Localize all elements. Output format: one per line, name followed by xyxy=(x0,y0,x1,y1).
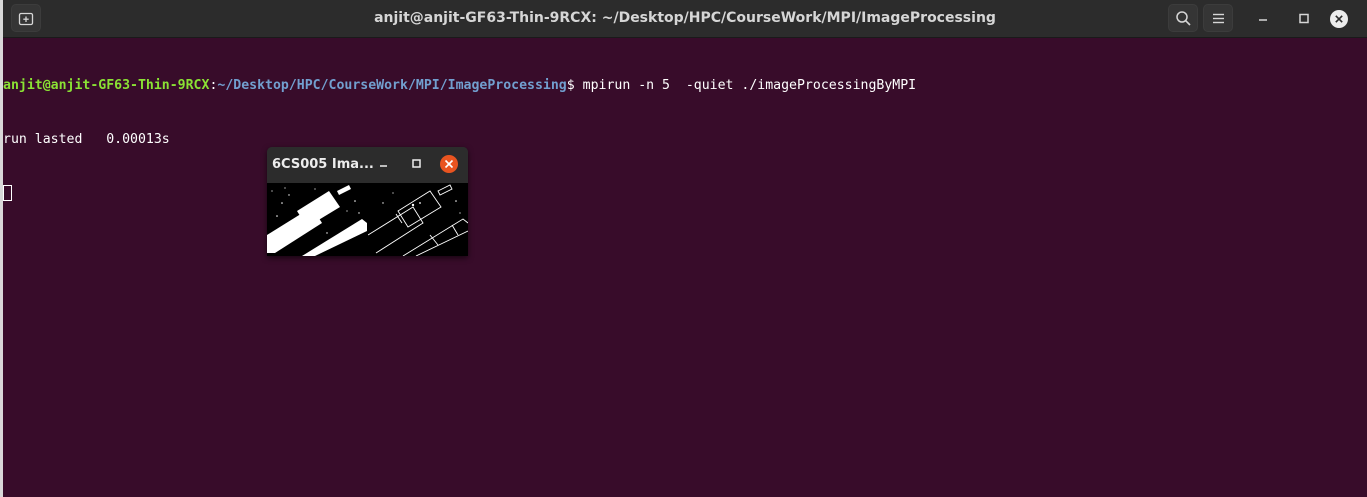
command-text: mpirun -n 5 -quiet ./imageProcessingByMP… xyxy=(574,78,917,93)
hamburger-menu-icon xyxy=(1213,13,1224,24)
search-icon xyxy=(1176,11,1191,26)
menu-button[interactable] xyxy=(1203,4,1233,32)
terminal-cursor xyxy=(3,185,12,201)
window-title: anjit@anjit-GF63-Thin-9RCX: ~/Desktop/HP… xyxy=(374,10,996,26)
edge-detected-image xyxy=(368,183,468,256)
minimize-icon[interactable] xyxy=(1253,9,1273,29)
maximize-icon[interactable] xyxy=(410,157,426,173)
prompt-user-host: anjit@anjit-GF63-Thin-9RCX xyxy=(3,78,210,93)
prompt-path: ~/Desktop/HPC/CourseWork/MPI/ImageProces… xyxy=(217,78,567,93)
terminal-titlebar: anjit@anjit-GF63-Thin-9RCX: ~/Desktop/HP… xyxy=(3,0,1367,38)
search-button[interactable] xyxy=(1168,4,1198,32)
maximize-icon[interactable] xyxy=(1294,9,1314,29)
original-binary-image xyxy=(267,183,367,256)
minimize-icon[interactable] xyxy=(376,157,392,173)
command-line: anjit@anjit-GF63-Thin-9RCX:~/Desktop/HPC… xyxy=(3,77,1363,95)
image-display-area xyxy=(267,183,468,256)
image-viewer-titlebar[interactable]: 6CS005 Ima... xyxy=(267,147,468,183)
prompt-symbol: $ xyxy=(566,78,575,93)
terminal-output[interactable]: anjit@anjit-GF63-Thin-9RCX:~/Desktop/HPC… xyxy=(3,41,1363,221)
close-icon[interactable] xyxy=(1329,9,1349,29)
image-viewer-title: 6CS005 Ima... xyxy=(272,157,374,172)
output-line: run lasted 0.00013s xyxy=(3,132,170,147)
close-button[interactable] xyxy=(440,155,458,173)
close-icon xyxy=(444,159,454,169)
cursor-line xyxy=(3,185,1363,203)
image-viewer-window[interactable]: 6CS005 Ima... xyxy=(267,147,468,256)
